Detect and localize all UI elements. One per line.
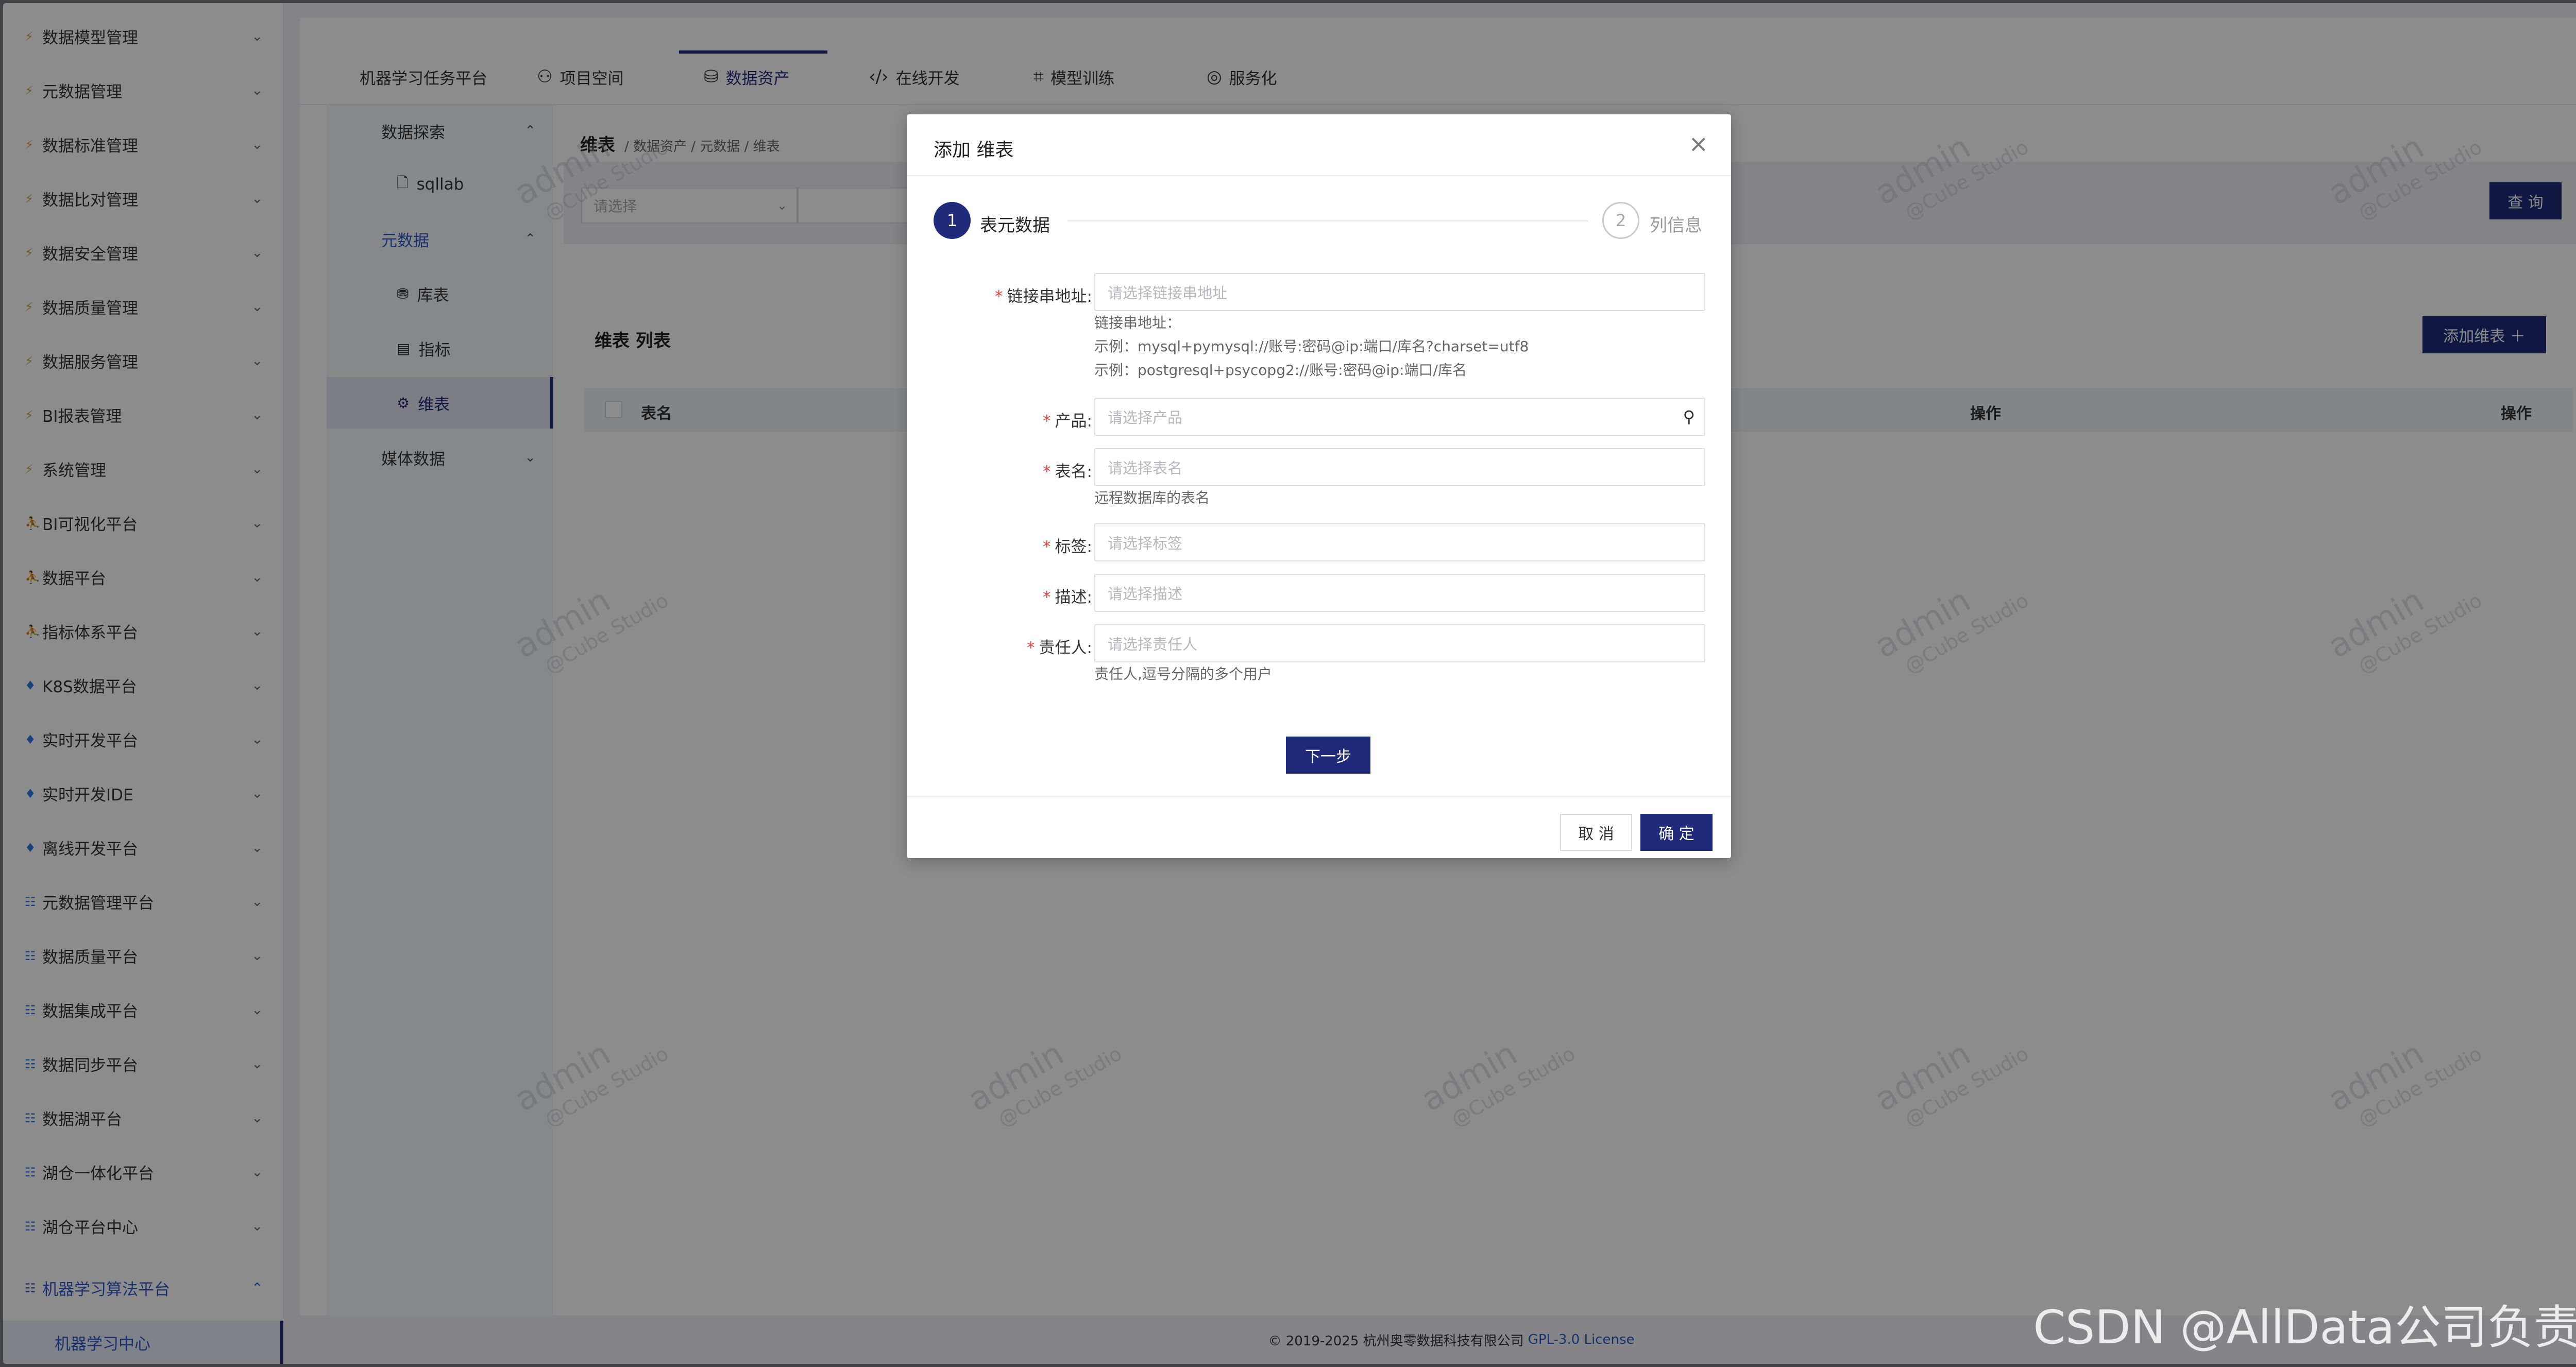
modal-header: 添加 维表 ×: [907, 114, 1731, 176]
step-1-label: 表元数据: [980, 215, 1050, 236]
cancel-button[interactable]: 取 消: [1560, 814, 1632, 851]
connection-input[interactable]: 请选择链接串地址: [1094, 273, 1705, 311]
add-dimension-table-modal: 添加 维表 × 1 表元数据 2 列信息 * 链接串地址: 请选择链接串地址 链接…: [907, 114, 1731, 858]
connection-label: * 链接串地址:: [995, 287, 1092, 306]
modal-title: 添加 维表: [934, 140, 1014, 161]
connection-help-3: 示例：postgresql+psycopg2://账号:密码@ip:端口/库名: [1094, 362, 1467, 379]
owner-label: * 责任人:: [1027, 639, 1092, 657]
description-input[interactable]: 请选择描述: [1094, 574, 1705, 612]
csdn-watermark: CSDN @AllData公司负责人: [2033, 1301, 2576, 1355]
modal-footer: 取 消 确 定: [907, 796, 1731, 858]
steps: 1 表元数据 2 列信息: [934, 202, 1706, 243]
tag-input[interactable]: 请选择标签: [1094, 523, 1705, 561]
table-name-input[interactable]: 请选择表名: [1094, 448, 1705, 486]
step-2-label: 列信息: [1650, 215, 1702, 236]
step-1-indicator: 1: [934, 202, 971, 239]
tag-label: * 标签:: [1043, 538, 1092, 556]
product-label: * 产品:: [1043, 412, 1092, 431]
close-icon[interactable]: ×: [1688, 130, 1708, 158]
search-icon[interactable]: ⚲: [1683, 407, 1695, 426]
connection-help-1: 链接串地址：: [1094, 314, 1181, 331]
product-input[interactable]: 请选择产品 ⚲: [1094, 398, 1705, 436]
table-name-label: * 表名:: [1043, 463, 1092, 481]
owner-help: 责任人,逗号分隔的多个用户: [1094, 665, 1272, 682]
confirm-button[interactable]: 确 定: [1640, 814, 1713, 851]
table-name-help: 远程数据库的表名: [1094, 489, 1210, 506]
next-step-button[interactable]: 下一步: [1286, 737, 1370, 774]
connection-help-2: 示例：mysql+pymysql://账号:密码@ip:端口/库名?charse…: [1094, 338, 1529, 355]
step-2-indicator: 2: [1602, 202, 1639, 239]
owner-input[interactable]: 请选择责任人: [1094, 624, 1705, 662]
step-connector: [1067, 220, 1588, 221]
description-label: * 描述:: [1043, 588, 1092, 607]
